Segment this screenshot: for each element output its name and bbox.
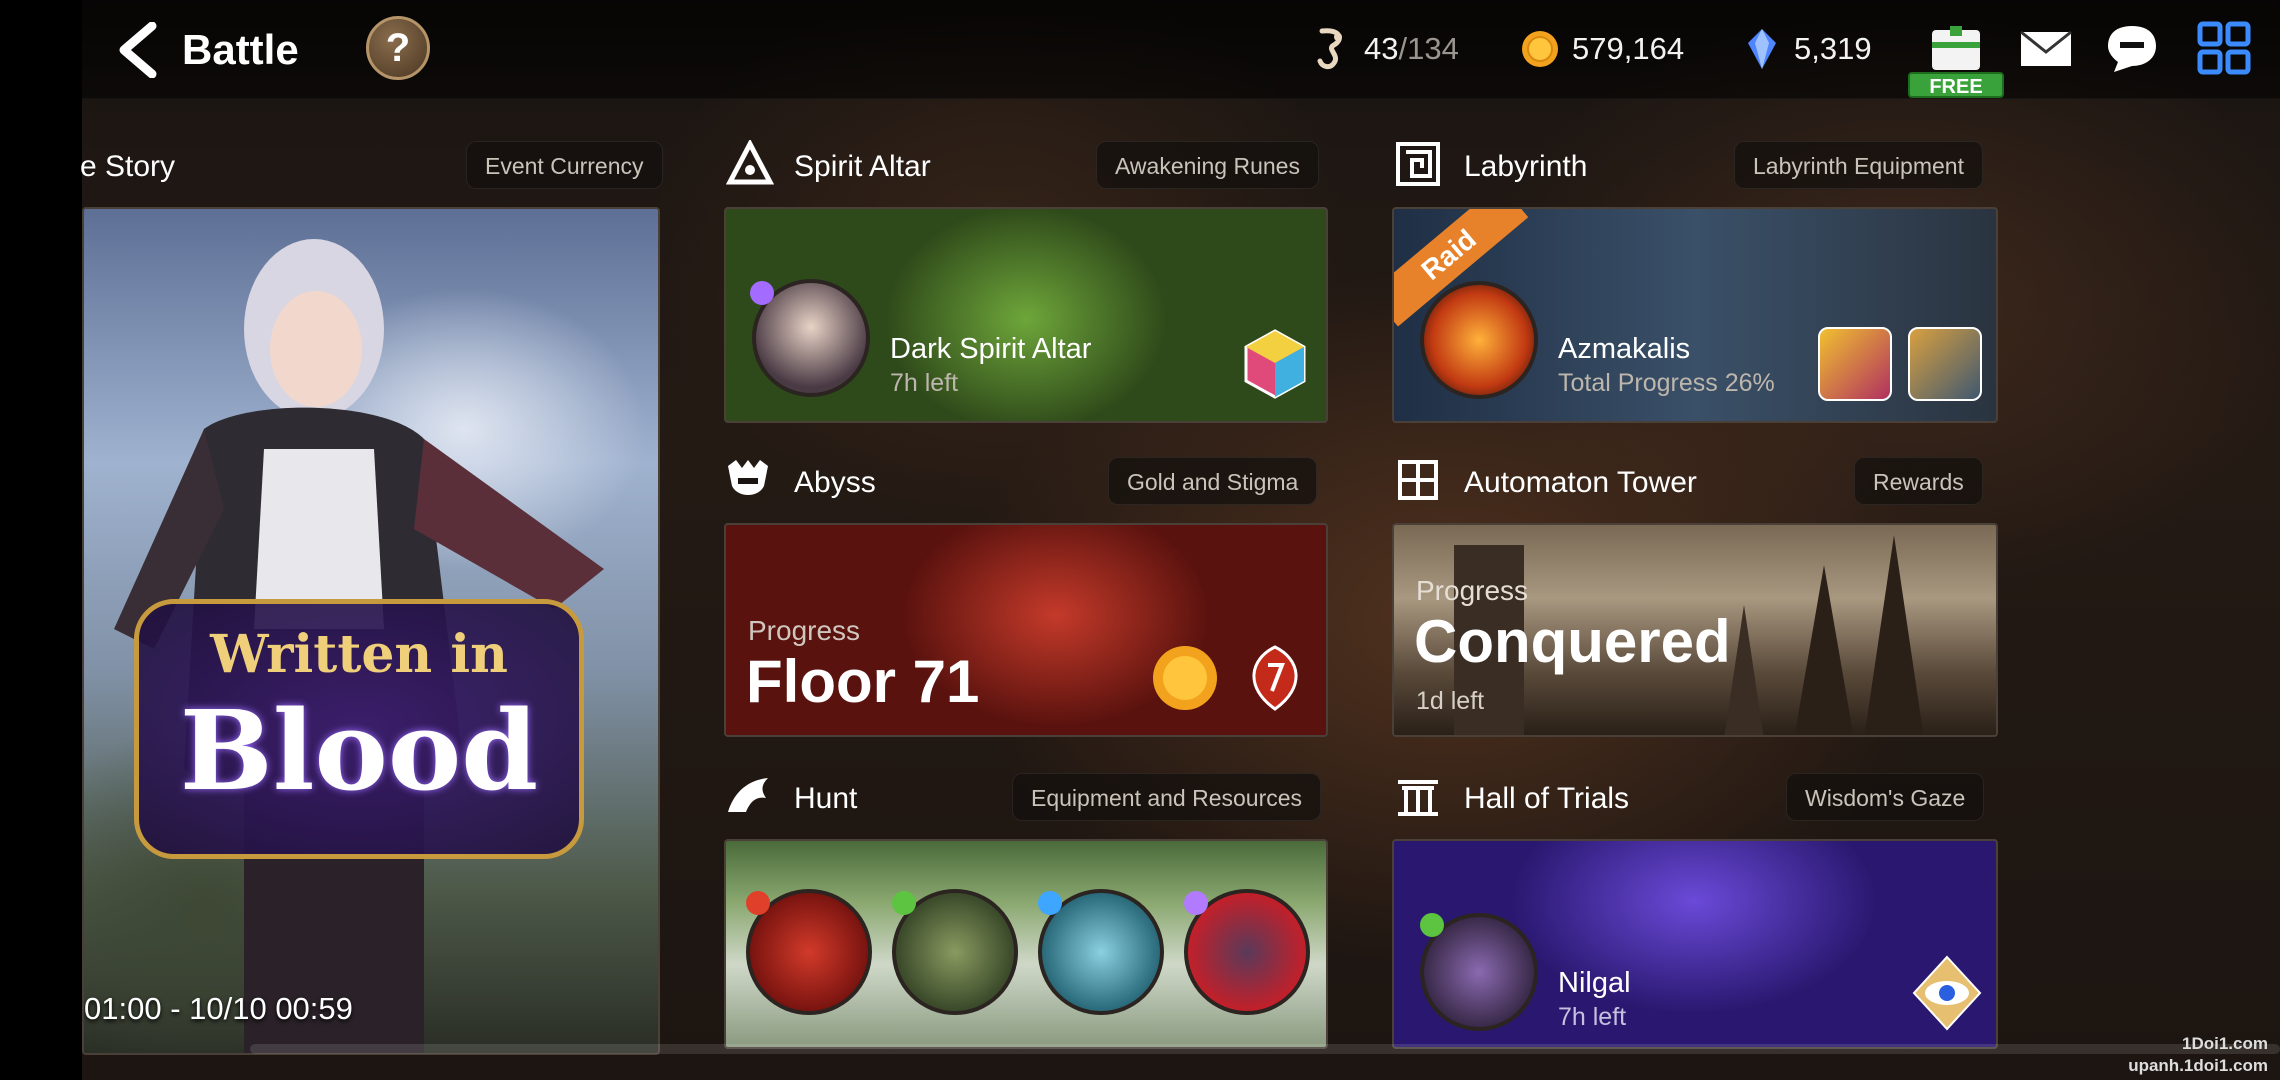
left-letterbox xyxy=(0,0,82,1080)
free-shop-button[interactable]: FREE xyxy=(1904,24,2008,98)
spirit-altar-tag: Awakening Runes xyxy=(1096,141,1319,189)
page-title: Battle xyxy=(182,26,299,73)
earth-element-icon xyxy=(892,891,916,915)
ice-element-icon xyxy=(1038,891,1062,915)
side-story-banner[interactable]: Written in Blood 01:00 - 10/10 00:59 xyxy=(82,207,660,1055)
automaton-progress-label: Progress xyxy=(1416,575,1529,606)
stamina-max: /134 xyxy=(1398,31,1459,66)
automaton-tower-tag: Rewards xyxy=(1854,457,1983,505)
automaton-tower-title: Automaton Tower xyxy=(1464,466,1697,499)
azmakalis-portrait xyxy=(1420,281,1538,399)
skystone-value: 5,319 xyxy=(1794,31,1872,66)
labyrinth-card[interactable]: Raid Azmakalis Total Progress 26% xyxy=(1392,207,1998,423)
labyrinth-boss-name: Azmakalis xyxy=(1558,333,1691,365)
stigma-reward-icon xyxy=(1252,645,1298,711)
hunt-tag: Equipment and Resources xyxy=(1012,773,1322,821)
stamina-icon xyxy=(1317,28,1342,70)
dark-element-icon xyxy=(750,281,774,305)
hall-time: 7h left xyxy=(1558,1003,1627,1031)
gold-value: 579,164 xyxy=(1572,31,1685,66)
spirit-altar-card[interactable]: Dark Spirit Altar 7h left xyxy=(724,207,1328,423)
abyss-gold-reward-icon xyxy=(1153,646,1217,710)
hall-of-trials-card[interactable]: Nilgal 7h left xyxy=(1392,839,1998,1049)
labyrinth-progress: Total Progress 26% xyxy=(1558,369,1775,397)
hall-of-trials-tag: Wisdom's Gaze xyxy=(1786,773,1985,821)
free-label: FREE xyxy=(1908,72,2004,98)
back-arrow-icon[interactable] xyxy=(112,22,164,78)
hunt-dragon-icon xyxy=(728,778,768,812)
automaton-tower-icon xyxy=(1398,460,1438,500)
wisdoms-gaze-icon xyxy=(1912,955,1982,1031)
skystone-icon xyxy=(1748,29,1776,69)
hunt-title: Hunt xyxy=(794,782,858,815)
menu-grid-icon[interactable] xyxy=(2196,18,2252,78)
automaton-time: 1d left xyxy=(1416,687,1485,715)
labyrinth-reward-2-icon xyxy=(1908,327,1982,401)
fire-element-icon xyxy=(746,891,770,915)
gold-counter[interactable]: 579,164 xyxy=(1520,24,1684,74)
event-logo-line1: Written in xyxy=(210,624,508,685)
labyrinth-reward-1-icon xyxy=(1818,327,1892,401)
hall-of-trials-icon xyxy=(1398,780,1438,816)
abyss-icon xyxy=(728,460,768,495)
spirit-altar-time: 7h left xyxy=(890,369,959,397)
automaton-tower-card[interactable]: Progress Conquered 1d left xyxy=(1392,523,1998,737)
labyrinth-icon xyxy=(1396,142,1440,186)
spirit-altar-icon xyxy=(726,140,774,185)
awakening-rune-icon xyxy=(1244,329,1306,399)
abyss-floor: Floor 71 xyxy=(746,648,980,715)
stamina-counter[interactable]: 43 /134 xyxy=(1312,24,1459,74)
hunt-card[interactable] xyxy=(724,839,1328,1049)
skystone-counter[interactable]: 5,319 xyxy=(1742,24,1872,74)
abyss-title: Abyss xyxy=(794,466,876,499)
hall-of-trials-title: Hall of Trials xyxy=(1464,782,1630,815)
raid-label: Raid xyxy=(1415,223,1482,286)
event-logo-line2: Blood xyxy=(179,686,539,815)
side-story-tag: Event Currency xyxy=(466,141,663,189)
event-logo: Written in Blood xyxy=(134,599,584,859)
abyss-progress-label: Progress xyxy=(748,615,861,646)
battle-screen: Battle ? 43 /134 579,164 5,319 FREE e St… xyxy=(0,0,2280,1080)
labyrinth-tag: Labyrinth Equipment xyxy=(1734,141,1983,189)
side-story-title: e Story xyxy=(80,150,176,183)
abyss-card[interactable]: Progress Floor 71 xyxy=(724,523,1328,737)
mail-icon[interactable] xyxy=(2018,18,2074,78)
hall-boss-name: Nilgal xyxy=(1558,967,1631,999)
watermark-line1: 1Doi1.com xyxy=(2182,1034,2268,1053)
earth-element-icon xyxy=(1420,913,1444,937)
event-period: 01:00 - 10/10 00:59 xyxy=(84,991,353,1026)
dark-element-icon xyxy=(1184,891,1208,915)
abyss-tag: Gold and Stigma xyxy=(1108,457,1318,505)
labyrinth-title: Labyrinth xyxy=(1464,150,1588,183)
gold-coin-icon xyxy=(1522,31,1558,67)
watermark-line2: upanh.1doi1.com xyxy=(2128,1056,2268,1075)
automaton-status: Conquered xyxy=(1414,608,1731,675)
chat-icon[interactable] xyxy=(2104,18,2160,78)
spirit-altar-name: Dark Spirit Altar xyxy=(890,333,1092,365)
help-button[interactable]: ? xyxy=(366,16,430,80)
spirit-altar-title: Spirit Altar xyxy=(794,150,931,183)
horizontal-scrollbar[interactable] xyxy=(250,1044,2280,1054)
stamina-value: 43 xyxy=(1364,31,1399,66)
